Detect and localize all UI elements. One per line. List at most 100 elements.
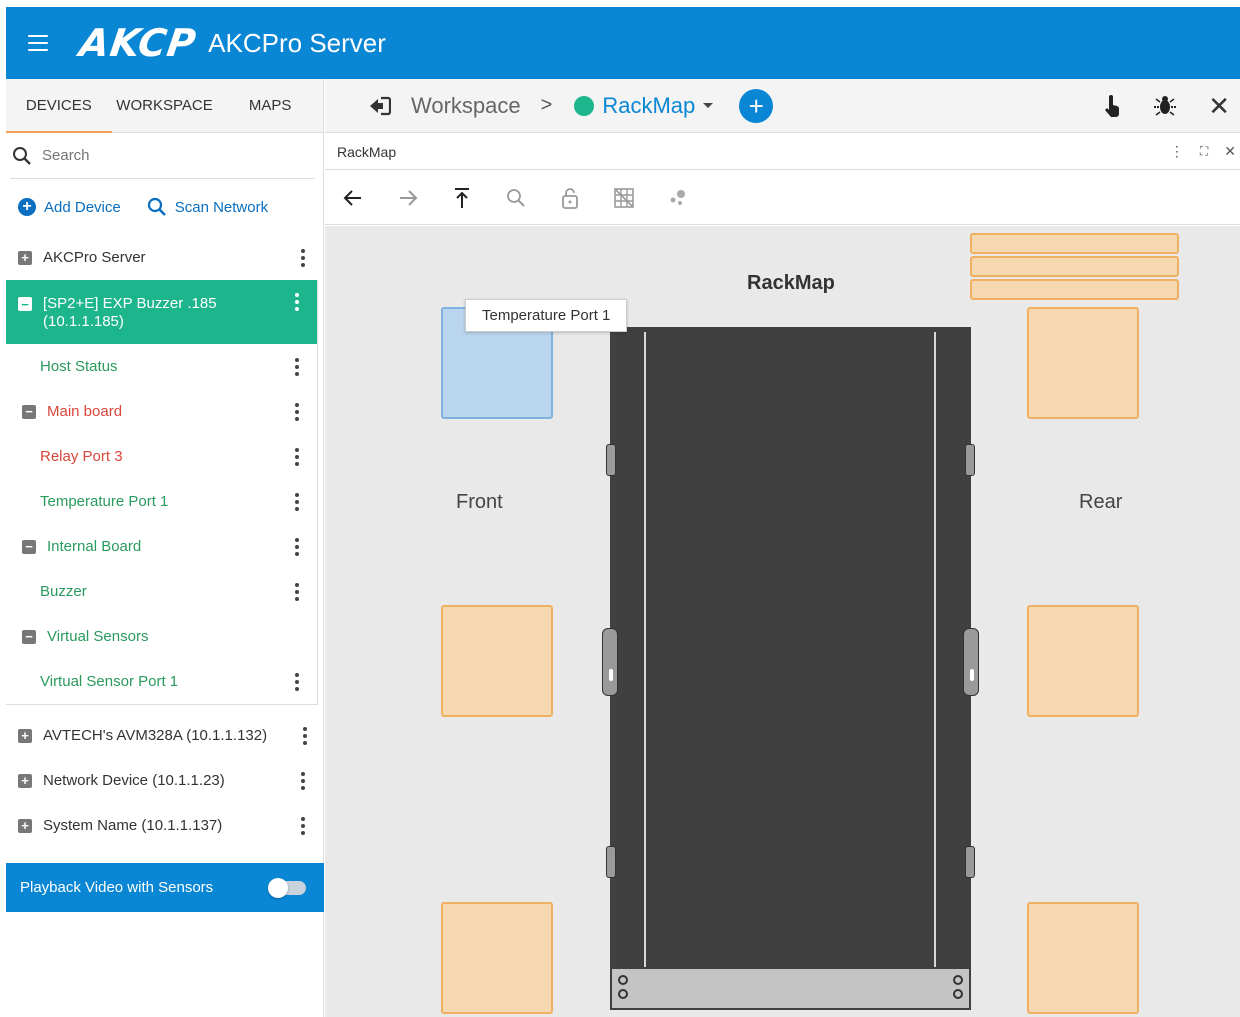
tree-item-host-status[interactable]: Host Status <box>6 344 317 389</box>
menu-icon[interactable] <box>28 35 48 51</box>
search-bar <box>10 133 315 179</box>
tree-item-virtual-sensors[interactable]: − Virtual Sensors <box>6 614 317 659</box>
search-icon <box>13 146 31 165</box>
collapse-icon[interactable]: − <box>22 539 36 554</box>
exit-icon[interactable] <box>369 96 391 116</box>
touch-icon[interactable] <box>1102 94 1122 118</box>
rack-hinge <box>606 444 616 476</box>
tree-item-main-board[interactable]: − Main board <box>6 389 317 434</box>
add-button[interactable]: + <box>739 88 774 123</box>
expand-icon[interactable]: + <box>18 773 32 788</box>
collapse-icon[interactable]: − <box>18 297 32 311</box>
rack-hinge <box>606 846 616 878</box>
add-circle-icon: + <box>18 198 36 216</box>
grid-off-icon <box>614 187 634 208</box>
front-label: Front <box>456 491 503 513</box>
rack-cabinet[interactable] <box>610 327 971 1010</box>
rack-hinge <box>965 846 975 878</box>
add-device-button[interactable]: + Add Device <box>18 198 121 216</box>
tree-item-virtual-sensor-port-1[interactable]: Virtual Sensor Port 1 <box>6 659 317 704</box>
unlock-icon <box>562 187 578 209</box>
expand-icon[interactable]: + <box>18 818 32 833</box>
tree-item-relay-port-3[interactable]: Relay Port 3 <box>6 434 317 479</box>
tree-item-network-device[interactable]: + Network Device (10.1.1.23) <box>6 758 323 803</box>
sensor-tile[interactable] <box>1027 902 1139 1014</box>
tree-item-sp2e-exp-buzzer[interactable]: − [SP2+E] EXP Buzzer .185 (10.1.1.185) <box>6 280 317 344</box>
tree-item-avtech[interactable]: + AVTECH's AVM328A (10.1.1.132) <box>6 713 323 758</box>
tree-item-label: AKCPro Server <box>43 249 146 266</box>
lock-button[interactable] <box>543 187 597 209</box>
tab-workspace[interactable]: WORKSPACE <box>112 79 218 132</box>
sensor-tile[interactable] <box>441 902 553 1014</box>
tree-item-buzzer[interactable]: Buzzer <box>6 569 317 614</box>
akcp-logo: AKCP <box>76 21 200 65</box>
collapse-icon[interactable]: − <box>22 404 36 419</box>
more-options-icon[interactable] <box>303 726 307 745</box>
rack-lock-icon <box>963 628 979 696</box>
rack-hinge <box>965 444 975 476</box>
scan-network-label: Scan Network <box>174 198 269 216</box>
tree-item-label: AVTECH's AVM328A (10.1.1.132) <box>43 727 268 744</box>
panel-title-bar: RackMap ⋮ ⛶ ✕ <box>325 134 1240 170</box>
rack-lock-icon <box>602 628 618 696</box>
sensor-strip[interactable] <box>970 279 1179 300</box>
tree-item-label: Internal Board <box>47 538 142 555</box>
sensor-strip[interactable] <box>970 256 1179 277</box>
sensor-tile[interactable] <box>1027 307 1139 419</box>
redo-button[interactable] <box>381 189 435 207</box>
chevron-down-icon[interactable] <box>703 103 714 108</box>
expand-icon[interactable]: + <box>18 728 32 743</box>
rack-rail <box>934 332 936 967</box>
more-options-icon[interactable] <box>295 447 299 466</box>
more-options-icon[interactable] <box>295 672 299 691</box>
sensor-strip[interactable] <box>970 233 1179 254</box>
zoom-button[interactable] <box>489 188 543 208</box>
breadcrumb-rackmap[interactable]: RackMap <box>602 93 695 119</box>
collapse-icon[interactable]: − <box>22 629 36 644</box>
more-options-icon[interactable] <box>295 492 299 511</box>
playback-toggle[interactable] <box>268 878 306 898</box>
panel-close-icon[interactable]: ✕ <box>1224 143 1236 160</box>
panel-menu-icon[interactable]: ⋮ <box>1170 143 1184 160</box>
more-options-icon[interactable] <box>295 402 299 421</box>
bubble-chart-icon <box>670 189 685 205</box>
close-icon[interactable]: ✕ <box>1208 91 1230 122</box>
sensor-tile[interactable] <box>441 605 553 717</box>
more-options-icon[interactable] <box>301 771 305 790</box>
header-tools: ✕ <box>1102 79 1240 133</box>
breadcrumb-workspace[interactable]: Workspace <box>411 93 521 119</box>
sensor-tile[interactable] <box>1027 605 1139 717</box>
add-device-label: Add Device <box>44 198 121 216</box>
screw-icon <box>953 975 963 985</box>
tab-devices[interactable]: DEVICES <box>6 79 112 133</box>
vertical-align-top-icon <box>455 187 469 208</box>
more-options-icon[interactable] <box>295 357 299 376</box>
tree-item-akcpro-server[interactable]: + AKCPro Server <box>6 235 323 280</box>
move-to-top-button[interactable] <box>435 187 489 209</box>
search-icon <box>147 197 166 216</box>
tab-maps[interactable]: MAPS <box>217 79 323 132</box>
bubble-button[interactable] <box>651 187 705 209</box>
tree-item-system-name[interactable]: + System Name (10.1.1.137) <box>6 803 323 848</box>
tree-item-temperature-port-1[interactable]: Temperature Port 1 <box>6 479 317 524</box>
more-options-icon[interactable] <box>301 248 305 267</box>
sidebar-actions: + Add Device Scan Network <box>6 179 323 235</box>
rackmap-canvas[interactable]: RackMap Front Rear Temperature Port 1 <box>325 226 1240 1017</box>
bug-icon[interactable] <box>1152 94 1178 118</box>
more-options-icon[interactable] <box>301 816 305 835</box>
scan-network-button[interactable]: Scan Network <box>147 197 268 217</box>
grid-button[interactable] <box>597 187 651 209</box>
search-input[interactable] <box>42 147 282 164</box>
map-title: RackMap <box>747 272 835 294</box>
more-options-icon[interactable] <box>295 537 299 556</box>
more-options-icon[interactable] <box>295 293 299 311</box>
expand-icon[interactable]: + <box>18 250 32 265</box>
rear-label: Rear <box>1079 491 1123 513</box>
tree-item-label: Virtual Sensor Port 1 <box>40 673 179 690</box>
panel-fullscreen-icon[interactable]: ⛶ <box>1200 144 1208 159</box>
undo-button[interactable] <box>325 189 381 207</box>
tree-item-internal-board[interactable]: − Internal Board <box>6 524 317 569</box>
screw-icon <box>618 989 628 999</box>
breadcrumb-separator: > <box>540 94 553 116</box>
more-options-icon[interactable] <box>295 582 299 601</box>
